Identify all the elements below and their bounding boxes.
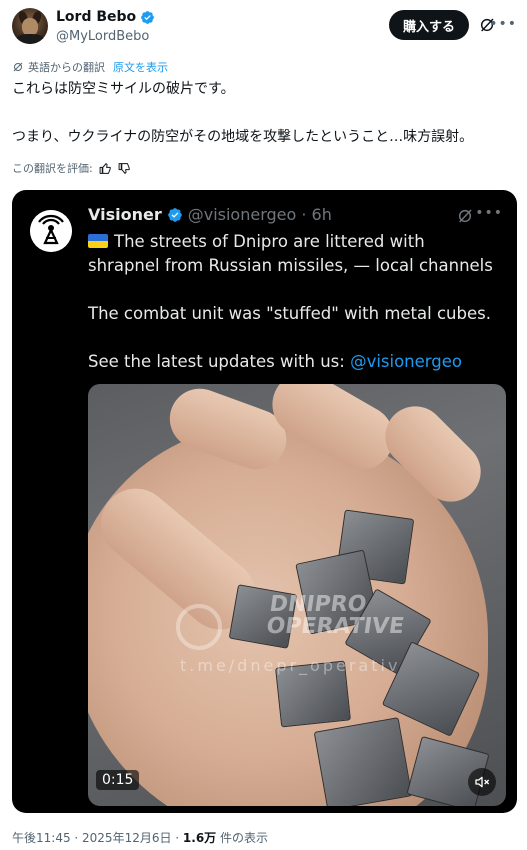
translation-notice-text: 英語からの翻訳 bbox=[28, 61, 105, 74]
speaker-muted-icon bbox=[475, 776, 490, 788]
quoted-text-line2: shrapnel from Russian missiles, — local … bbox=[88, 256, 493, 275]
video-watermark-url: t.me/dnepr_operativ bbox=[180, 656, 401, 675]
quoted-text-line1: The streets of Dnipro are littered with bbox=[88, 230, 425, 254]
buy-button[interactable]: 購入する bbox=[388, 10, 469, 40]
post-text-line1: これらは防空ミサイルの破片です。 bbox=[12, 81, 235, 97]
video-watermark: DNIPRO OPERATIVE bbox=[264, 592, 406, 639]
more-options-icon[interactable]: ••• bbox=[475, 206, 503, 220]
rate-translation-row: この翻訳を評価: bbox=[12, 160, 131, 176]
views-count: 1.6万 bbox=[182, 831, 217, 845]
grok-icon[interactable] bbox=[457, 208, 473, 224]
rate-translation-label: この翻訳を評価: bbox=[12, 162, 93, 175]
more-options-icon[interactable]: ••• bbox=[489, 17, 517, 31]
thumbs-up-icon[interactable] bbox=[99, 162, 112, 175]
post-timestamp[interactable]: 午後11:45 · 2025年12月6日 · bbox=[12, 831, 183, 845]
translation-notice: 英語からの翻訳 原文を表示 bbox=[12, 59, 168, 75]
quoted-display-name[interactable]: Visioner bbox=[88, 205, 162, 224]
video-player[interactable]: DNIPRO OPERATIVE t.me/dnepr_operativ 0:1… bbox=[88, 384, 506, 806]
post-meta: 午後11:45 · 2025年12月6日 · 1.6万 件の表示 bbox=[12, 829, 268, 846]
author-handle[interactable]: @MyLordBebo bbox=[56, 29, 149, 44]
watermark-logo-icon bbox=[176, 604, 222, 650]
ukraine-flag-icon bbox=[88, 234, 108, 248]
mention-link[interactable]: @visionergeo bbox=[350, 352, 462, 371]
mute-button[interactable] bbox=[468, 768, 496, 796]
quoted-avatar[interactable] bbox=[30, 210, 72, 252]
author-name-row: Lord Bebo bbox=[56, 9, 155, 25]
author-display-name[interactable]: Lord Bebo bbox=[56, 9, 136, 25]
translate-icon bbox=[13, 62, 23, 72]
quoted-text-line3: The combat unit was "stuffed" with metal… bbox=[88, 304, 491, 323]
post-header: Lord Bebo @MyLordBebo 購入する ••• bbox=[12, 8, 517, 48]
show-original-link[interactable]: 原文を表示 bbox=[113, 59, 168, 75]
quoted-name-row: Visioner @visionergeo · 6h bbox=[88, 205, 332, 224]
views-label: 件の表示 bbox=[216, 831, 269, 845]
verified-badge-icon bbox=[167, 207, 182, 222]
quoted-handle-time[interactable]: @visionergeo · 6h bbox=[188, 205, 332, 224]
thumbs-down-icon[interactable] bbox=[118, 162, 131, 175]
avatar[interactable] bbox=[12, 8, 48, 44]
metal-cube bbox=[313, 717, 413, 806]
video-duration: 0:15 bbox=[96, 770, 140, 790]
post-text-line2: つまり、ウクライナの防空がその地域を攻撃したということ…味方誤射。 bbox=[12, 129, 474, 145]
verified-badge-icon bbox=[141, 10, 155, 24]
quoted-text-line4: See the latest updates with us: @visione… bbox=[88, 352, 463, 371]
quoted-post[interactable]: Visioner @visionergeo · 6h ••• The stree… bbox=[12, 190, 517, 813]
